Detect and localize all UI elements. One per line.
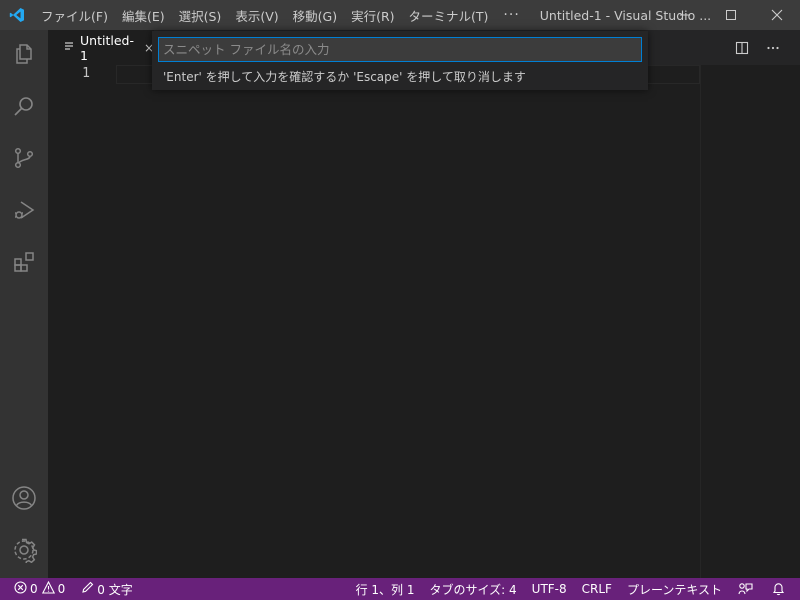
menu-terminal[interactable]: ターミナル(T) xyxy=(402,0,496,30)
word-count: 0 文字 xyxy=(97,582,133,597)
title-bar: ファイル(F) 編集(E) 選択(S) 表示(V) 移動(G) 実行(R) ター… xyxy=(0,0,800,30)
activity-bar xyxy=(0,30,48,578)
tab-label: Untitled-1 xyxy=(80,32,134,63)
quick-input-message: 'Enter' を押して入力を確認するか 'Escape' を押して取り消します xyxy=(163,70,526,84)
warning-icon xyxy=(41,580,58,597)
menu-go[interactable]: 移動(G) xyxy=(286,0,344,30)
vscode-logo-icon xyxy=(0,0,34,30)
warning-count: 0 xyxy=(57,582,66,596)
menu-view[interactable]: 表示(V) xyxy=(228,0,285,30)
error-count: 0 xyxy=(30,582,38,596)
line-number: 1 xyxy=(82,66,90,81)
plain-text-file-icon xyxy=(64,40,74,55)
search-icon[interactable] xyxy=(0,82,48,130)
minimize-icon[interactable] xyxy=(662,0,708,30)
snippet-filename-input[interactable] xyxy=(163,42,641,57)
menu-selection[interactable]: 選択(S) xyxy=(172,0,229,30)
quick-input-box[interactable] xyxy=(158,37,642,62)
menu-file[interactable]: ファイル(F) xyxy=(34,0,115,30)
menu-more-button[interactable]: ··· xyxy=(495,0,527,30)
explorer-icon[interactable] xyxy=(0,30,48,78)
quick-input-widget: 'Enter' を押して入力を確認するか 'Escape' を押して取り消します xyxy=(152,31,648,90)
tab-untitled-1[interactable]: Untitled-1 × xyxy=(48,30,154,65)
pencil-icon xyxy=(81,581,97,597)
end-of-line[interactable]: CRLF xyxy=(577,578,617,600)
tab-size[interactable]: タブのサイズ: 4 xyxy=(425,578,522,600)
language-mode[interactable]: プレーンテキスト xyxy=(622,578,727,600)
run-debug-icon[interactable] xyxy=(0,186,48,234)
error-icon xyxy=(14,581,30,597)
maximize-icon[interactable] xyxy=(708,0,754,30)
word-count-indicator[interactable]: 0 文字 xyxy=(76,578,137,600)
split-editor-icon[interactable] xyxy=(727,30,757,65)
cursor-position[interactable]: 行 1、列 1 xyxy=(351,578,420,600)
manage-gear-icon[interactable] xyxy=(0,526,48,574)
menu-run[interactable]: 実行(R) xyxy=(344,0,401,30)
more-actions-icon[interactable] xyxy=(758,30,788,65)
close-icon[interactable] xyxy=(754,0,800,30)
feedback-icon[interactable] xyxy=(733,578,761,600)
encoding[interactable]: UTF-8 xyxy=(527,578,572,600)
minimap-divider xyxy=(700,65,701,578)
menu-edit[interactable]: 編集(E) xyxy=(115,0,172,30)
editor-area[interactable]: 1 xyxy=(48,65,800,578)
notification-bell-icon[interactable] xyxy=(767,578,800,600)
extensions-icon[interactable] xyxy=(0,238,48,286)
problems-indicator[interactable]: 0 0 xyxy=(0,578,70,600)
account-icon[interactable] xyxy=(0,474,48,522)
status-bar: 0 0 0 文字 行 1、列 1 タブのサイズ: 4 UTF-8 CRLF プレ… xyxy=(0,578,800,600)
source-control-icon[interactable] xyxy=(0,134,48,182)
status-bar-right: 行 1、列 1 タブのサイズ: 4 UTF-8 CRLF プレーンテキスト xyxy=(351,578,800,600)
